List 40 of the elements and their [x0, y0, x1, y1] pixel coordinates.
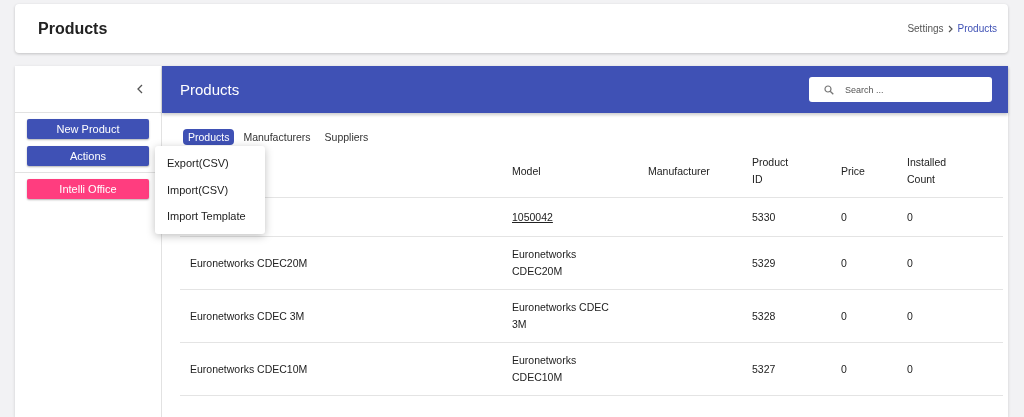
column-header: Product ID: [752, 155, 790, 187]
column-header: Price: [841, 163, 865, 179]
menu-item[interactable]: Import(CSV): [155, 176, 265, 203]
table-cell: 0: [907, 309, 913, 322]
search-icon: [824, 85, 834, 95]
table-cell: 0: [907, 256, 913, 269]
tab[interactable]: Suppliers: [319, 129, 374, 145]
menu-item[interactable]: Export(CSV): [155, 150, 265, 177]
table-cell: 0: [841, 256, 847, 269]
chevron-left-icon[interactable]: [137, 84, 143, 94]
table-cell: Euronetworks CDEC20M: [190, 256, 308, 269]
breadcrumb-link[interactable]: Products: [957, 23, 997, 34]
table-cell-text: Euronetworks CDEC20M: [512, 247, 578, 279]
table-cell: 0: [841, 362, 847, 375]
table-cell: 0: [907, 362, 913, 375]
table-cell: Euronetworks CDEC10M: [190, 362, 308, 375]
column-header: Model: [512, 163, 541, 179]
table-cell: 5327: [752, 362, 776, 375]
table-cell-text: Euronetworks CDEC10M: [512, 353, 578, 385]
model-link[interactable]: 1050042: [512, 210, 553, 223]
page-title: Products: [38, 19, 108, 38]
sidebar-button[interactable]: New Product: [27, 119, 149, 139]
table-cell-text: Euronetworks CDEC 3M: [512, 300, 610, 332]
table-cell: 5330: [752, 210, 776, 223]
table-cell: Euronetworks CDEC 3M: [190, 309, 305, 322]
table-cell: 5329: [752, 256, 776, 269]
column-header: Installed Count: [907, 155, 948, 187]
table-cell: 0: [841, 210, 847, 223]
chevron-right-icon: [947, 24, 954, 33]
table-cell: 5328: [752, 309, 776, 322]
panel-title: Products: [180, 81, 240, 98]
search-field[interactable]: Search ...: [809, 77, 992, 102]
sidebar-button[interactable]: Actions: [27, 146, 149, 166]
column-header: Manufacturer: [648, 163, 710, 179]
menu-item[interactable]: Import Template: [155, 203, 265, 230]
tab[interactable]: Products: [183, 129, 235, 145]
table-cell: 0: [841, 309, 847, 322]
table-cell: 0: [907, 210, 913, 223]
tab[interactable]: Manufacturers: [238, 129, 316, 145]
breadcrumb-link[interactable]: Settings: [907, 23, 944, 34]
